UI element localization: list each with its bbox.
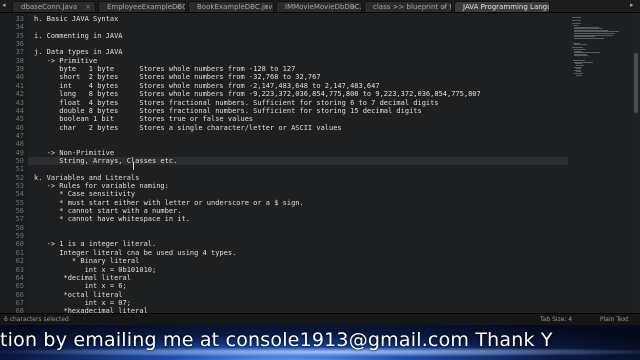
code-line[interactable]: byte 1 byte Stores whole numbers from -1… xyxy=(34,65,295,73)
minimap-line xyxy=(576,74,583,76)
code-line[interactable]: float 4 bytes Stores fractional numbers.… xyxy=(34,99,438,107)
line-number: 38 xyxy=(15,56,24,65)
ticker-banner: tion by emailing me at console1913@gmail… xyxy=(0,325,640,360)
line-number: 45 xyxy=(15,115,24,124)
scrollbar-thumb[interactable] xyxy=(634,53,638,113)
close-icon[interactable]: × xyxy=(175,2,181,12)
tab-label: JAVA Programming Language xyxy=(463,3,549,11)
line-number: 40 xyxy=(15,73,24,82)
code-line[interactable]: -> 1 is a integer literal. xyxy=(34,240,157,248)
close-icon[interactable]: × xyxy=(441,2,447,12)
minimap-line xyxy=(574,55,589,57)
line-number: 56 xyxy=(15,207,24,216)
code-line[interactable]: * cannot start with a number. xyxy=(34,207,181,215)
text-cursor xyxy=(133,162,134,170)
code-line[interactable]: * cannot have whitespace in it. xyxy=(34,215,190,223)
line-number: 65 xyxy=(15,282,24,291)
line-number: 37 xyxy=(15,48,24,57)
tab-immovie[interactable]: IMMovieMovieDbDBC.java× xyxy=(276,1,362,12)
code-line[interactable]: -> Primitive xyxy=(34,57,98,65)
line-number: 60 xyxy=(15,240,24,249)
line-number: 67 xyxy=(15,298,24,307)
close-icon[interactable]: × xyxy=(351,2,357,12)
line-number: 43 xyxy=(15,98,24,107)
line-number: 44 xyxy=(15,106,24,115)
code-line[interactable]: boolean 1 bit Stores true or false value… xyxy=(34,115,253,123)
code-line[interactable]: long 8 bytes Stores whole numbers from -… xyxy=(34,90,480,98)
code-line[interactable]: int x = 07; xyxy=(34,299,131,307)
line-number: 41 xyxy=(15,81,24,90)
code-line[interactable]: j. Data types in JAVA xyxy=(34,48,123,56)
line-number: 42 xyxy=(15,90,24,99)
line-number: 61 xyxy=(15,248,24,257)
tab-bar: ◂ ▸ dbaseConn.Java × EmployeeExampleDBC.j… xyxy=(0,0,640,13)
line-number: 35 xyxy=(15,31,24,40)
close-icon[interactable]: × xyxy=(85,2,91,12)
code-line[interactable]: char 2 bytes Stores a single character/l… xyxy=(34,124,341,132)
ticker-text: tion by emailing me at console1913@gmail… xyxy=(0,329,553,351)
tab-employee-example[interactable]: EmployeeExampleDBC.java× xyxy=(98,1,186,12)
line-number: 55 xyxy=(15,198,24,207)
code-line[interactable]: String, Arrays, Classes etc. xyxy=(34,157,177,165)
tab-class-blueprint[interactable]: class >> blueprint of the object.× xyxy=(364,1,452,12)
line-number: 33 xyxy=(15,15,24,23)
code-line[interactable]: int 4 bytes Stores whole numbers from -2… xyxy=(34,82,379,90)
tab-dbaseconn[interactable]: dbaseConn.Java × xyxy=(12,1,96,12)
close-icon[interactable]: × xyxy=(539,2,545,12)
code-line[interactable]: Integer literal cna be used using 4 type… xyxy=(34,249,236,257)
minimap-line xyxy=(572,20,582,22)
line-number: 52 xyxy=(15,173,24,182)
line-number: 53 xyxy=(15,182,24,190)
line-number: 58 xyxy=(15,223,24,232)
line-number: 48 xyxy=(15,140,24,149)
code-line[interactable]: * Case sensitivity xyxy=(34,190,135,198)
line-number: 62 xyxy=(15,257,24,266)
line-number: 47 xyxy=(15,131,24,140)
tab-scroll-left-icon[interactable]: ◂ xyxy=(2,1,6,9)
tab-java-programming-language[interactable]: JAVA Programming Language× xyxy=(454,1,550,12)
code-line[interactable]: int x = 0b101010; xyxy=(34,266,157,274)
code-line[interactable]: * must start either with letter or under… xyxy=(34,199,303,207)
line-number: 39 xyxy=(15,65,24,74)
line-number: 51 xyxy=(15,165,24,174)
minimap-line xyxy=(574,44,587,46)
code-line[interactable]: h. Basic JAVA Syntax xyxy=(34,15,118,23)
code-line[interactable]: i. Commenting in JAVA xyxy=(34,32,123,40)
code-line[interactable]: * Binary literal xyxy=(34,257,139,265)
code-line[interactable]: *decimal literal xyxy=(34,274,131,282)
line-number: 50 xyxy=(15,156,24,165)
code-line[interactable]: int x = 6; xyxy=(34,282,127,290)
line-number: 36 xyxy=(15,40,24,49)
line-number: 34 xyxy=(15,23,24,32)
line-number: 46 xyxy=(15,123,24,132)
minimap-line xyxy=(572,17,581,18)
code-line[interactable]: *octal literal xyxy=(34,291,123,299)
line-number: 66 xyxy=(15,290,24,299)
close-icon[interactable]: × xyxy=(263,2,269,12)
line-number: 57 xyxy=(15,215,24,224)
code-line[interactable]: double 8 bytes Stores fractional numbers… xyxy=(34,107,421,115)
line-number: 64 xyxy=(15,273,24,282)
tab-label: dbaseConn.Java xyxy=(21,3,78,11)
tab-scroll-right-icon[interactable]: ▸ xyxy=(630,1,634,9)
line-number: 49 xyxy=(15,148,24,157)
line-number: 59 xyxy=(15,232,24,241)
line-number: 63 xyxy=(15,265,24,274)
code-line[interactable]: k. Variables and Literals xyxy=(34,174,139,182)
editor[interactable]: 33 h. Basic JAVA Syntax 34 35 i. Commenting … xyxy=(0,13,640,324)
minimap-line xyxy=(574,37,605,39)
line-number: 54 xyxy=(15,190,24,199)
tab-book-example[interactable]: BookExampleDBC.java × xyxy=(188,1,274,12)
code-line[interactable]: -> Rules for variable naming: xyxy=(34,182,169,190)
code-line[interactable]: short 2 bytes Stores whole numbers from … xyxy=(34,73,320,81)
minimap[interactable] xyxy=(568,13,632,313)
code-line[interactable]: -> Non-Primitive xyxy=(34,149,114,157)
